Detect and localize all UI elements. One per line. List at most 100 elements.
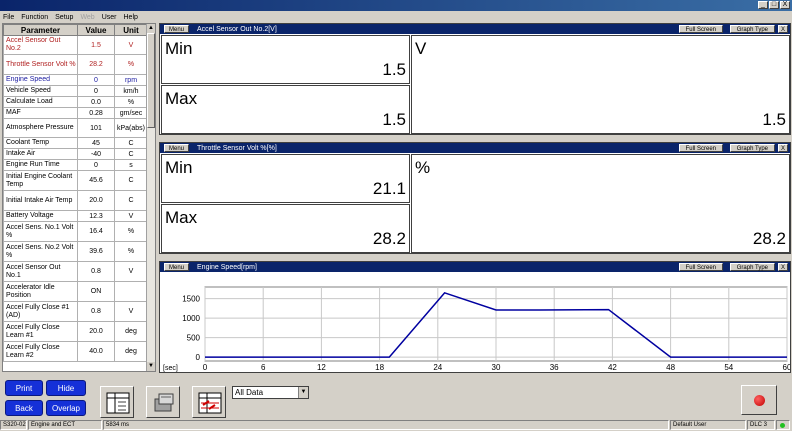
panel-header: Menu Engine Speed[rpm] Full Screen Graph… bbox=[160, 262, 790, 272]
table-row[interactable]: Throttle Sensor Volt % 28.2% bbox=[3, 54, 148, 75]
parameter-unit-cell: V bbox=[114, 35, 148, 55]
panel-title: Accel Sensor Out No.2[V] bbox=[197, 25, 277, 33]
graph-mode-tool-button[interactable] bbox=[192, 386, 226, 418]
current-value: 1.5 bbox=[762, 110, 786, 129]
data-filter-dropdown[interactable]: All Data ▼ bbox=[232, 386, 309, 399]
menu-function[interactable]: Function bbox=[21, 14, 48, 21]
status-bar: S320-02 Engine and ECT 5834 ms Default U… bbox=[0, 420, 792, 431]
max-value: 28.2 bbox=[372, 229, 406, 248]
parameter-value-cell: 0.8 bbox=[77, 261, 115, 282]
table-row[interactable]: Engine Speed 0 rpm bbox=[3, 74, 148, 86]
table-row[interactable]: Battery Voltage 12.3 V bbox=[3, 210, 148, 222]
graph-type-button[interactable]: Graph Type bbox=[729, 25, 775, 33]
table-row[interactable]: Accel Sens. No.2 Volt % 39.6% bbox=[3, 241, 148, 262]
table-row[interactable]: Vehicle Speed 0 km/h bbox=[3, 85, 148, 97]
table-row[interactable]: Atmosphere Pressure 101 kPa(abs) bbox=[3, 118, 148, 138]
column-header-value[interactable]: Value bbox=[77, 24, 115, 36]
stop-recording-button[interactable] bbox=[741, 385, 777, 415]
parameter-name-cell: Accel Sens. No.1 Volt % bbox=[3, 221, 78, 242]
min-box: Min 1.5 bbox=[161, 35, 410, 84]
table-row[interactable]: Accel Fully Close Learn #2 40.0 deg bbox=[3, 341, 148, 362]
parameter-value-cell: 28.2 bbox=[77, 54, 115, 75]
panel-menu-button[interactable]: Menu bbox=[164, 144, 190, 152]
print-button[interactable]: Print bbox=[5, 380, 43, 396]
status-system: Engine and ECT bbox=[28, 420, 102, 430]
x-tick-label: 48 bbox=[666, 363, 675, 372]
table-row[interactable]: Initial Intake Air Temp 20.0 C bbox=[3, 190, 148, 211]
column-header-parameter[interactable]: Parameter bbox=[3, 24, 78, 36]
full-screen-button[interactable]: Full Screen bbox=[678, 263, 723, 271]
x-tick-label: 24 bbox=[433, 363, 442, 372]
snapshot-icon bbox=[154, 393, 174, 412]
min-value: 21.1 bbox=[372, 179, 406, 198]
parameter-value-cell: 12.3 bbox=[77, 210, 115, 222]
menu-user[interactable]: User bbox=[102, 14, 117, 21]
table-row[interactable]: Calculate Load 0.0% bbox=[3, 96, 148, 108]
table-row[interactable]: MAF 0.28 gm/sec bbox=[3, 107, 148, 119]
parameter-value-cell: 0 bbox=[77, 159, 115, 171]
min-box: Min 21.1 bbox=[161, 154, 410, 203]
table-row[interactable]: Accel Fully Close Learn #1 20.0 deg bbox=[3, 321, 148, 342]
full-screen-button[interactable]: Full Screen bbox=[678, 25, 723, 33]
min-label: Min bbox=[165, 39, 193, 58]
parameter-unit-cell bbox=[114, 281, 148, 302]
table-row[interactable]: Accelerator Idle Position ON bbox=[3, 281, 148, 302]
panel-close-button[interactable]: X bbox=[777, 263, 788, 271]
max-label: Max bbox=[165, 208, 198, 227]
parameter-unit-cell: kPa(abs) bbox=[114, 118, 148, 138]
y-tick-label: 0 bbox=[196, 353, 201, 362]
parameter-value-cell: 101 bbox=[77, 118, 115, 138]
menu-bar: File Function Setup Web User Help bbox=[0, 11, 792, 23]
menu-file[interactable]: File bbox=[3, 14, 14, 21]
panel-close-button[interactable]: X bbox=[777, 25, 788, 33]
hide-button[interactable]: Hide bbox=[46, 380, 86, 396]
table-row[interactable]: Engine Run Time 0 s bbox=[3, 159, 148, 171]
engine-speed-chart: 0 6 12 18 24 30 36 42 48 54 60 0 500 1000 1500 [sec] bbox=[163, 286, 790, 372]
close-window-button[interactable]: X bbox=[780, 1, 790, 9]
back-button[interactable]: Back bbox=[5, 400, 43, 416]
parameter-unit-cell: deg bbox=[114, 341, 148, 362]
table-row[interactable]: Accel Fully Close #1 (AD) 0.8 V bbox=[3, 301, 148, 322]
column-header-unit[interactable]: Unit bbox=[114, 24, 148, 36]
panel-menu-button[interactable]: Menu bbox=[164, 25, 190, 33]
min-label: Min bbox=[165, 158, 193, 177]
table-row[interactable]: Intake Air -40 C bbox=[3, 148, 148, 160]
table-row[interactable]: Coolant Temp 45 C bbox=[3, 137, 148, 149]
scroll-down-arrow-icon[interactable]: ▼ bbox=[147, 362, 155, 371]
overlap-button[interactable]: Overlap bbox=[46, 400, 86, 416]
x-tick-label: 12 bbox=[317, 363, 326, 372]
dropdown-value: All Data bbox=[235, 388, 264, 397]
scrollbar-thumb[interactable] bbox=[147, 33, 155, 128]
parameter-name-cell: Accel Fully Close Learn #1 bbox=[3, 321, 78, 342]
full-screen-button[interactable]: Full Screen bbox=[678, 144, 723, 152]
parameter-unit-cell: V bbox=[114, 261, 148, 282]
parameter-unit-cell: km/h bbox=[114, 85, 148, 97]
data-list-tool-button[interactable] bbox=[100, 386, 134, 418]
x-tick-label: 54 bbox=[724, 363, 733, 372]
menu-help[interactable]: Help bbox=[124, 14, 138, 21]
menu-setup[interactable]: Setup bbox=[55, 14, 73, 21]
snapshot-tool-button[interactable] bbox=[146, 386, 180, 418]
table-row[interactable]: Accel Sensor Out No.2 1.5 V bbox=[3, 35, 148, 55]
parameter-name-cell: Accel Sens. No.2 Volt % bbox=[3, 241, 78, 262]
scroll-up-arrow-icon[interactable]: ▲ bbox=[147, 24, 155, 33]
parameter-value-cell: 0 bbox=[77, 74, 115, 86]
table-row[interactable]: Accel Sens. No.1 Volt % 16.4% bbox=[3, 221, 148, 242]
parameter-scrollbar[interactable]: ▲ ▼ bbox=[146, 24, 155, 371]
panel-close-button[interactable]: X bbox=[777, 144, 788, 152]
panel-menu-button[interactable]: Menu bbox=[164, 263, 190, 271]
record-stop-icon bbox=[754, 395, 765, 406]
minimize-button[interactable]: _ bbox=[758, 1, 768, 9]
graph-type-button[interactable]: Graph Type bbox=[729, 263, 775, 271]
chevron-down-icon[interactable]: ▼ bbox=[298, 387, 308, 398]
data-list-icon bbox=[106, 392, 130, 414]
parameter-name-cell: Vehicle Speed bbox=[3, 85, 78, 97]
table-row[interactable]: Accel Sensor Out No.1 0.8 V bbox=[3, 261, 148, 282]
parameter-value-cell: 0 bbox=[77, 85, 115, 97]
accel-sensor-panel: Menu Accel Sensor Out No.2[V] Full Scree… bbox=[159, 23, 791, 135]
table-row[interactable]: Initial Engine Coolant Temp 45.6 C bbox=[3, 170, 148, 191]
status-user: Default User bbox=[670, 420, 746, 430]
graph-type-button[interactable]: Graph Type bbox=[729, 144, 775, 152]
maximize-button[interactable]: □ bbox=[769, 1, 779, 9]
parameter-value-cell: 20.0 bbox=[77, 190, 115, 211]
